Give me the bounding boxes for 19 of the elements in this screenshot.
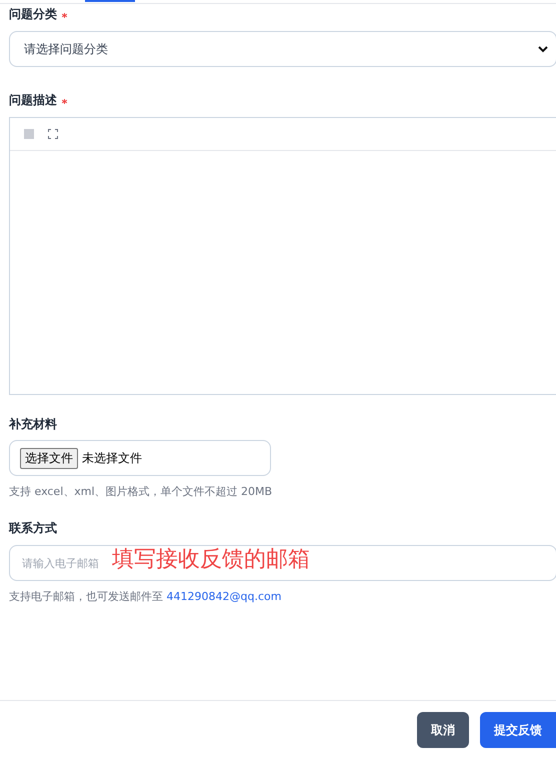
file-upload-field[interactable]: 选择文件 未选择文件 [9, 440, 271, 476]
image-icon[interactable] [24, 129, 34, 139]
email-link[interactable]: 441290842@qq.com [166, 590, 282, 603]
field-label: 问题分类 [9, 6, 57, 22]
tab-indicator [85, 0, 135, 2]
field-label: 联系方式 [9, 520, 57, 536]
cancel-button[interactable]: 取消 [417, 712, 469, 748]
category-select[interactable]: 请选择问题分类 [9, 31, 556, 67]
file-status: 未选择文件 [82, 450, 142, 466]
annotation-text: 填写接收反馈的邮箱 [112, 546, 310, 574]
field-label: 问题描述 [9, 92, 57, 108]
upload-hint: 支持 excel、xml、图片格式，单个文件不超过 20MB [9, 484, 274, 499]
fullscreen-icon[interactable] [48, 129, 58, 139]
contact-hint: 支持电子邮箱，也可发送邮件至 441290842@qq.com [9, 589, 282, 604]
chevron-down-icon [538, 46, 548, 52]
field-label: 补充材料 [9, 416, 57, 432]
choose-file-button[interactable]: 选择文件 [20, 448, 78, 468]
email-field[interactable]: 请输入电子邮箱 填写接收反馈的邮箱 [9, 545, 556, 581]
submit-button[interactable]: 提交反馈 [480, 712, 556, 748]
